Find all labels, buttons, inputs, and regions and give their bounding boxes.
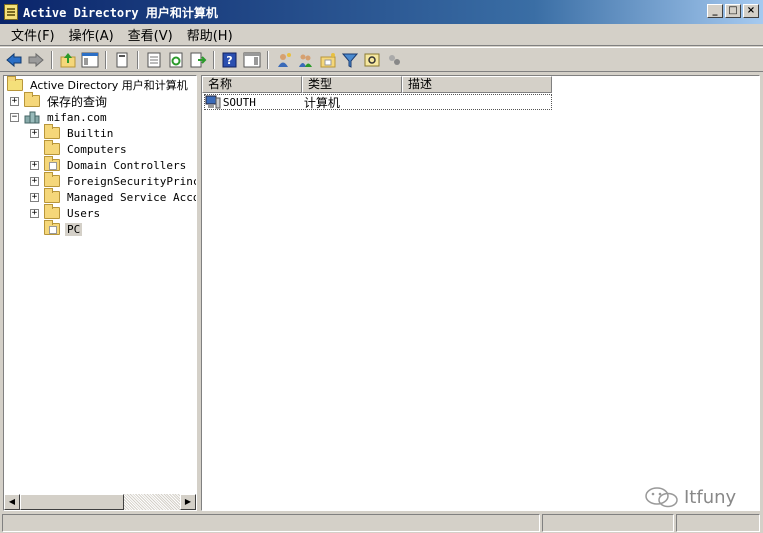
expand-icon[interactable]: + (30, 176, 39, 186)
scroll-left-icon[interactable]: ◀ (4, 494, 20, 510)
column-header-type[interactable]: 类型 (302, 76, 402, 93)
up-level-icon[interactable] (58, 50, 78, 70)
toolbar: ? (0, 47, 763, 72)
close-button[interactable]: × (743, 4, 759, 18)
folder-icon (44, 172, 60, 187)
ad-console-icon (4, 4, 18, 20)
expand-icon[interactable]: + (30, 208, 39, 218)
minimize-button[interactable]: _ (707, 4, 723, 18)
tree-item-foreign-security-principals[interactable]: + ForeignSecurityPrincip (30, 172, 196, 189)
svg-text:?: ? (226, 54, 232, 67)
menu-action[interactable]: 操作(A) (62, 25, 121, 44)
folder-icon (44, 124, 60, 139)
folder-icon (44, 204, 60, 219)
tree-root[interactable]: Active Directory 用户和计算机 (7, 76, 190, 93)
forward-arrow-icon[interactable] (26, 50, 46, 70)
status-bar (0, 513, 763, 533)
watermark: Itfuny (644, 486, 736, 508)
toolbar-separator (213, 50, 215, 69)
tree-item-label: Users (67, 206, 101, 220)
status-cell-secondary (542, 514, 674, 532)
scroll-thumb[interactable] (20, 494, 124, 510)
new-user-icon[interactable] (274, 50, 294, 70)
expand-icon[interactable]: + (30, 160, 39, 170)
collapse-icon[interactable]: − (10, 112, 19, 122)
tree-item-label: Builtin (67, 126, 114, 140)
folder-icon (24, 92, 40, 107)
folder-icon (44, 188, 60, 203)
properties-icon[interactable] (144, 50, 164, 70)
window-controls: _ □ × (707, 4, 759, 18)
tree-item-builtin[interactable]: + Builtin (30, 124, 115, 141)
status-cell-tertiary (676, 514, 760, 532)
help-icon[interactable]: ? (220, 50, 240, 70)
window-title: Active Directory 用户和计算机 (23, 5, 218, 20)
maximize-button[interactable]: □ (725, 4, 741, 18)
tree-item-label: 保存的查询 (47, 94, 108, 109)
details-pane: 名称 类型 描述 SOUTH 计算机 (201, 75, 760, 511)
find-icon[interactable] (362, 50, 382, 70)
ad-console-icon (7, 76, 23, 91)
computer-icon (205, 95, 221, 109)
folder-icon (44, 140, 60, 155)
tree-item-computers[interactable]: Computers (30, 140, 129, 157)
show-hide-tree-icon[interactable] (80, 50, 100, 70)
tree-item-label: mifan.com (47, 110, 107, 124)
tree-item-users[interactable]: + Users (30, 204, 102, 221)
tree-item-domain-controllers[interactable]: + Domain Controllers (30, 156, 188, 173)
tree-item-label: Computers (67, 142, 127, 156)
tree-item-label: Managed Service Accoun (67, 190, 196, 204)
console-tree-pane: Active Directory 用户和计算机 + 保存的查询 − mifan.… (3, 75, 197, 511)
list-item[interactable]: SOUTH 计算机 (204, 94, 552, 110)
menu-view[interactable]: 查看(V) (121, 25, 180, 44)
export-list-icon[interactable] (188, 50, 208, 70)
menu-bar: 文件(F) 操作(A) 查看(V) 帮助(H) (0, 24, 763, 46)
tree-item-label: PC (65, 222, 83, 236)
column-header-description[interactable]: 描述 (402, 76, 552, 93)
tree-root-label: Active Directory 用户和计算机 (30, 79, 188, 92)
scroll-right-icon[interactable]: ▶ (180, 494, 196, 510)
menu-file[interactable]: 文件(F) (4, 25, 62, 44)
tree-item-domain[interactable]: − mifan.com (10, 109, 109, 125)
refresh-icon[interactable] (166, 50, 186, 70)
expand-icon[interactable]: + (30, 192, 39, 202)
tree-item-saved-queries[interactable]: + 保存的查询 (10, 92, 109, 109)
toolbar-separator (267, 50, 269, 69)
status-cell-main (2, 514, 540, 532)
ou-folder-icon (44, 220, 60, 235)
list-cell-type: 计算机 (303, 95, 340, 110)
toolbar-separator (105, 50, 107, 69)
filter-icon[interactable] (340, 50, 360, 70)
list-cell-name: SOUTH (222, 95, 256, 109)
list-header: 名称 类型 描述 (202, 76, 552, 93)
toolbar-separator (51, 50, 53, 69)
scroll-track[interactable] (124, 494, 180, 510)
ou-folder-icon (44, 156, 60, 171)
toolbar-separator (137, 50, 139, 69)
new-group-icon[interactable] (296, 50, 316, 70)
horizontal-scrollbar[interactable]: ◀ ▶ (4, 494, 196, 510)
tree-item-pc[interactable]: PC (30, 220, 83, 237)
new-ou-icon[interactable] (318, 50, 338, 70)
title-bar: Active Directory 用户和计算机 _ □ × (0, 0, 763, 24)
tree-item-label: ForeignSecurityPrincip (67, 174, 196, 188)
watermark-text: Itfuny (684, 486, 737, 508)
domain-icon (24, 111, 40, 124)
column-header-name[interactable]: 名称 (202, 76, 302, 93)
delegate-icon[interactable] (384, 50, 404, 70)
expand-icon[interactable]: + (30, 128, 39, 138)
show-hide-action-pane-icon[interactable] (242, 50, 262, 70)
copy-icon[interactable] (112, 50, 132, 70)
tree-item-label: Domain Controllers (67, 158, 187, 172)
wechat-logo-icon (645, 487, 678, 508)
back-arrow-icon[interactable] (4, 50, 24, 70)
expand-icon[interactable]: + (10, 96, 19, 106)
tree-item-managed-service-accounts[interactable]: + Managed Service Accoun (30, 188, 196, 205)
menu-help[interactable]: 帮助(H) (180, 25, 240, 44)
